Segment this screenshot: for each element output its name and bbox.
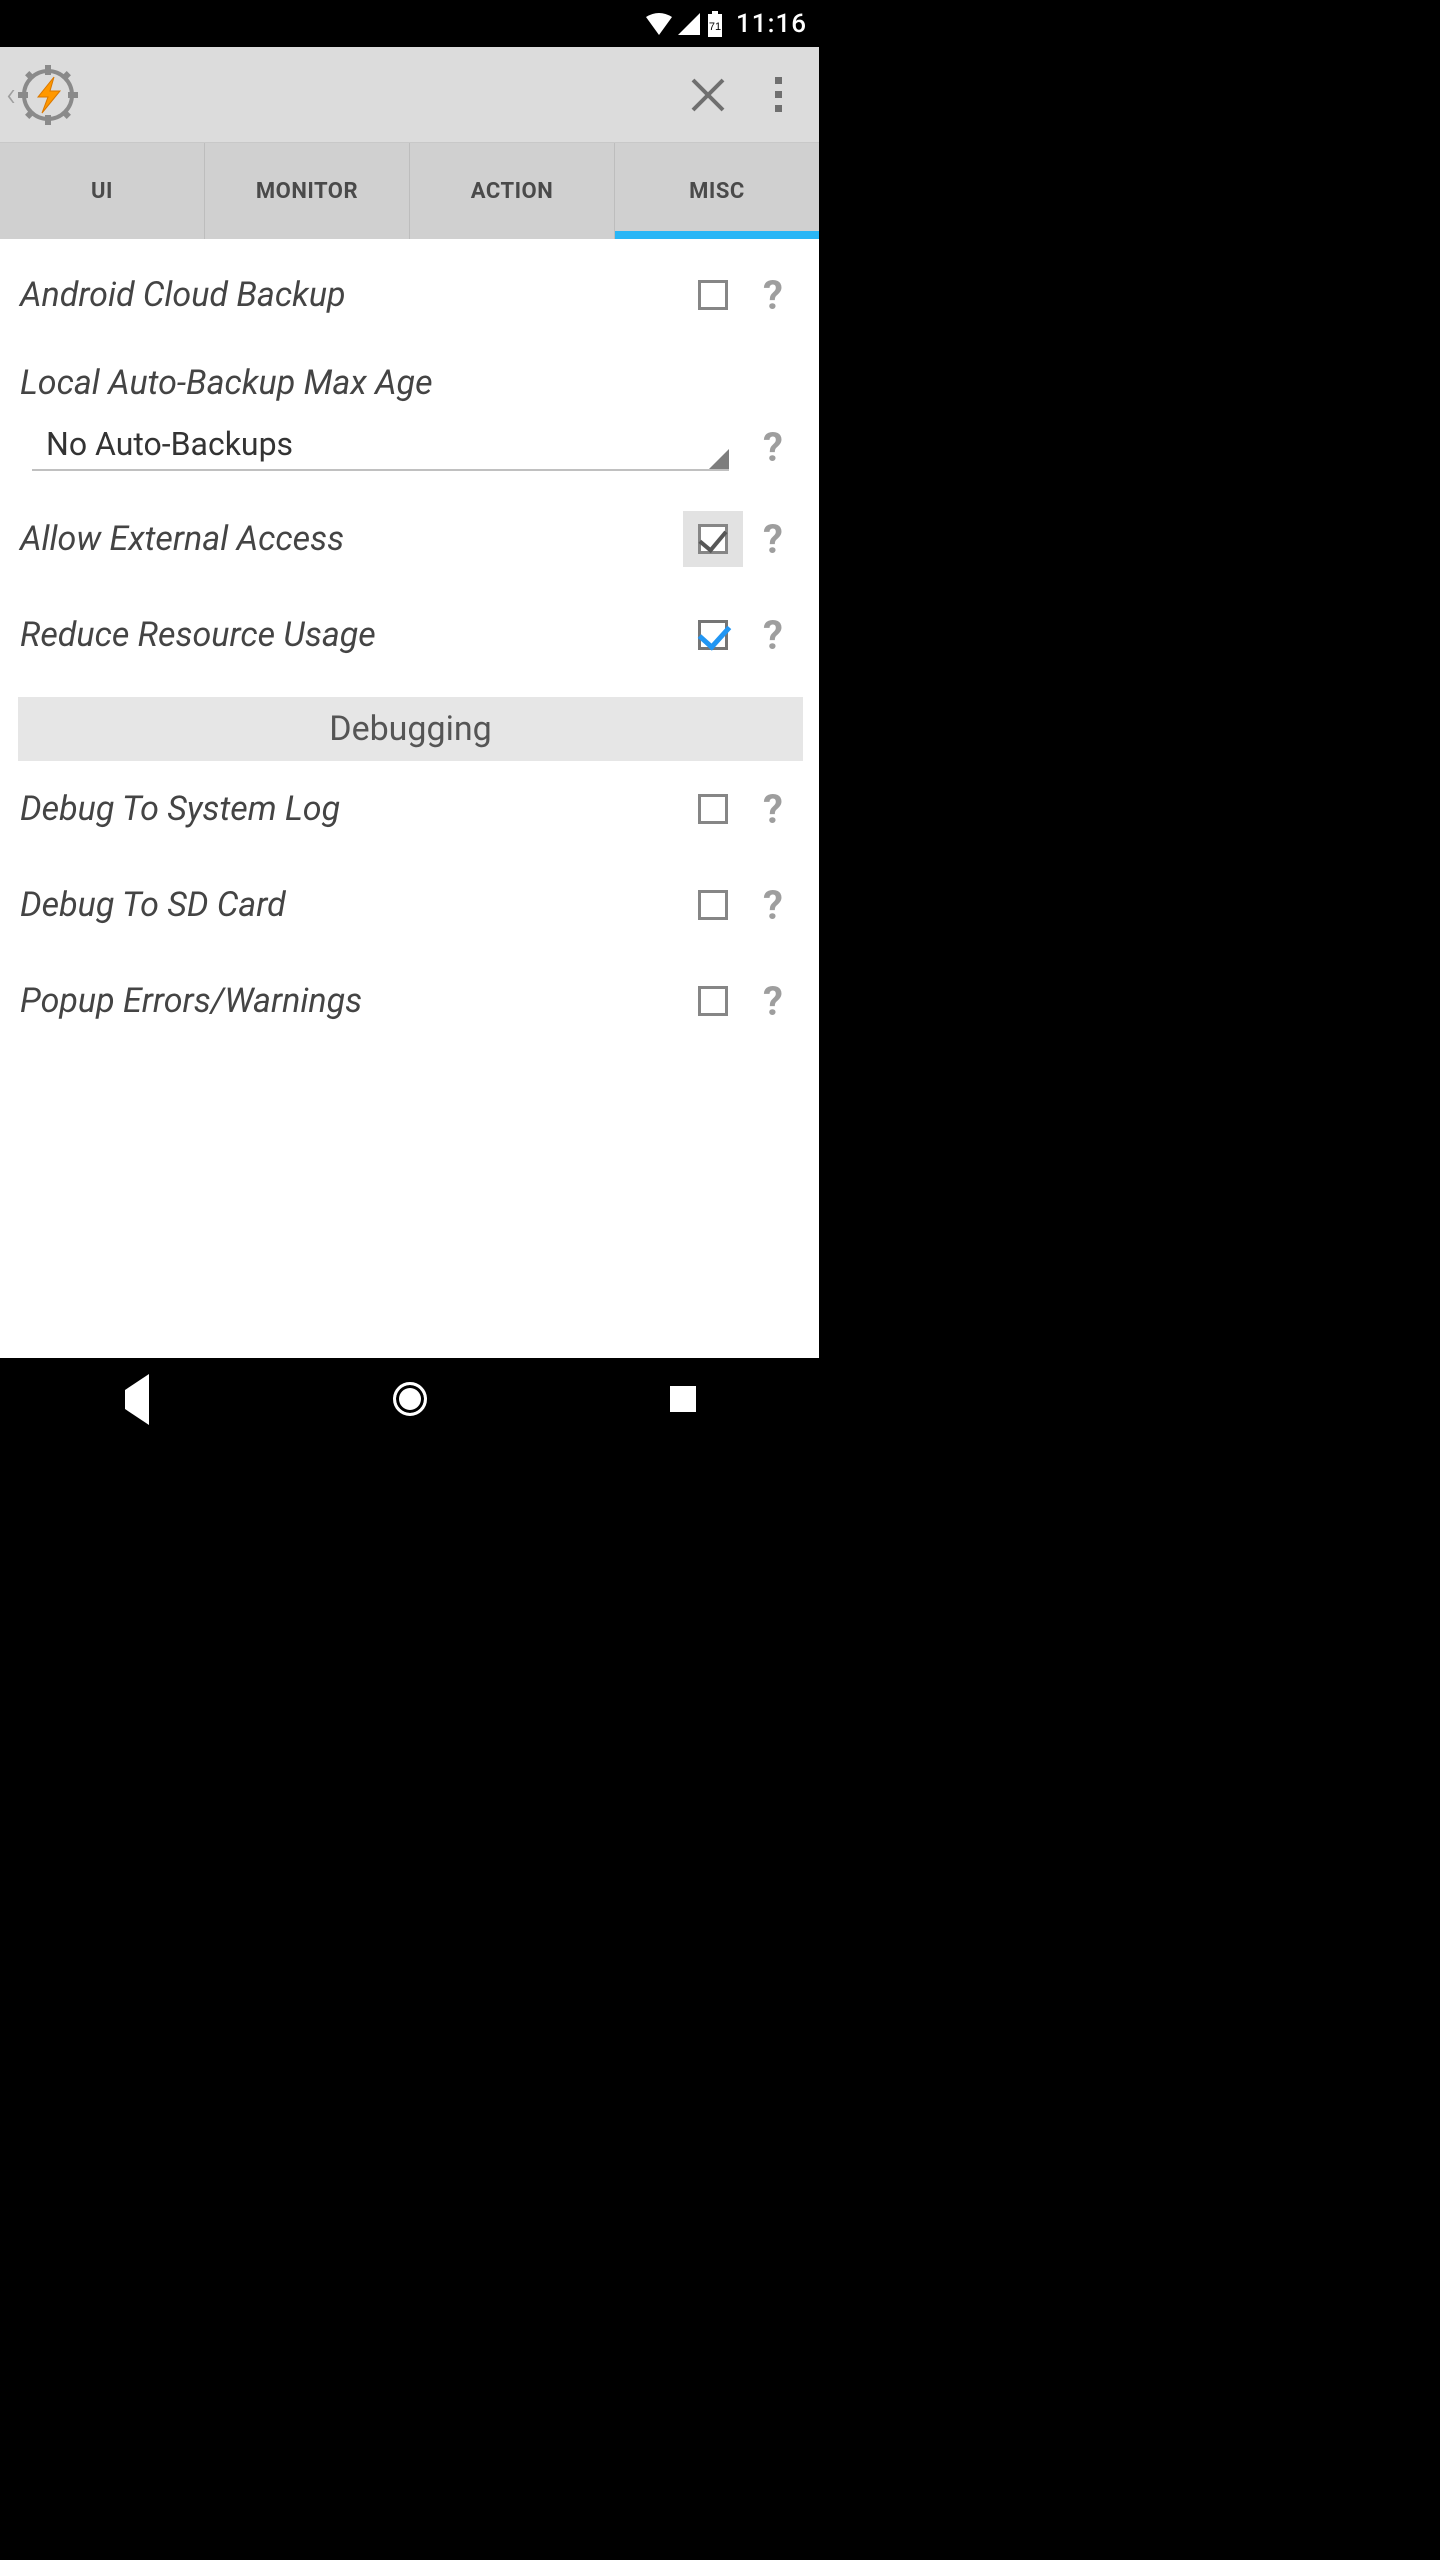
help-icon: ?	[763, 978, 783, 1025]
overflow-icon	[775, 77, 782, 112]
checkbox-reduce-resource-usage[interactable]	[698, 620, 728, 650]
setting-label: Debug To System Log	[18, 789, 683, 829]
help-android-cloud-backup[interactable]: ?	[743, 272, 803, 319]
tasker-logo-icon	[18, 65, 78, 125]
nav-home-button[interactable]	[360, 1369, 460, 1429]
close-button[interactable]	[673, 60, 743, 130]
battery-icon: 71	[706, 11, 724, 37]
help-popup-errors-warnings[interactable]: ?	[743, 978, 803, 1025]
wifi-icon	[646, 13, 672, 35]
dropdown-auto-backup-age[interactable]: No Auto-Backups	[32, 417, 729, 471]
help-debug-system-log[interactable]: ?	[743, 786, 803, 833]
settings-content: Android Cloud Backup ? Local Auto-Backup…	[0, 239, 819, 1358]
setting-local-auto-backup: No Auto-Backups ?	[18, 409, 803, 491]
overflow-menu-button[interactable]	[743, 60, 813, 130]
setting-android-cloud-backup: Android Cloud Backup ?	[18, 247, 803, 343]
setting-local-auto-backup-label: Local Auto-Backup Max Age	[18, 343, 803, 409]
tab-monitor[interactable]: MONITOR	[205, 143, 410, 239]
setting-debug-system-log: Debug To System Log ?	[18, 761, 803, 857]
tab-bar: UI MONITOR ACTION MISC	[0, 143, 819, 239]
setting-popup-errors-warnings: Popup Errors/Warnings ?	[18, 953, 803, 1049]
help-icon: ?	[763, 424, 783, 471]
tab-misc[interactable]: MISC	[615, 143, 819, 239]
back-button[interactable]: ‹	[6, 65, 78, 125]
setting-allow-external-access: Allow External Access ?	[18, 491, 803, 587]
svg-text:71: 71	[709, 21, 721, 33]
tab-action[interactable]: ACTION	[410, 143, 615, 239]
nav-home-icon	[393, 1382, 427, 1416]
nav-recent-icon	[670, 1386, 696, 1412]
section-header-debugging: Debugging	[18, 697, 803, 761]
close-icon	[689, 76, 727, 114]
checkbox-popup-errors-warnings[interactable]	[698, 986, 728, 1016]
status-bar: 71 11:16	[0, 0, 819, 47]
checkbox-debug-sd-card[interactable]	[698, 890, 728, 920]
nav-back-icon	[125, 1390, 149, 1409]
cell-signal-icon	[678, 13, 700, 35]
checkbox-android-cloud-backup[interactable]	[698, 280, 728, 310]
navigation-bar	[0, 1358, 819, 1440]
help-icon: ?	[763, 786, 783, 833]
help-icon: ?	[763, 882, 783, 929]
setting-label: Android Cloud Backup	[18, 275, 683, 315]
help-auto-backup-age[interactable]: ?	[743, 424, 803, 471]
setting-label: Allow External Access	[18, 519, 683, 559]
setting-reduce-resource-usage: Reduce Resource Usage ?	[18, 587, 803, 683]
app-bar: ‹	[0, 47, 819, 143]
setting-label: Reduce Resource Usage	[18, 615, 683, 655]
help-icon: ?	[763, 516, 783, 563]
setting-debug-sd-card: Debug To SD Card ?	[18, 857, 803, 953]
nav-back-button[interactable]	[87, 1369, 187, 1429]
help-icon: ?	[763, 272, 783, 319]
help-allow-external-access[interactable]: ?	[743, 516, 803, 563]
tab-ui[interactable]: UI	[0, 143, 205, 239]
setting-label: Popup Errors/Warnings	[18, 981, 683, 1021]
help-debug-sd-card[interactable]: ?	[743, 882, 803, 929]
help-reduce-resource-usage[interactable]: ?	[743, 612, 803, 659]
checkbox-debug-system-log[interactable]	[698, 794, 728, 824]
status-clock: 11:16	[736, 9, 807, 39]
checkbox-allow-external-access[interactable]	[698, 524, 728, 554]
nav-recent-button[interactable]	[633, 1369, 733, 1429]
help-icon: ?	[763, 612, 783, 659]
back-chevron-icon: ‹	[6, 75, 16, 115]
setting-label: Debug To SD Card	[18, 885, 683, 925]
